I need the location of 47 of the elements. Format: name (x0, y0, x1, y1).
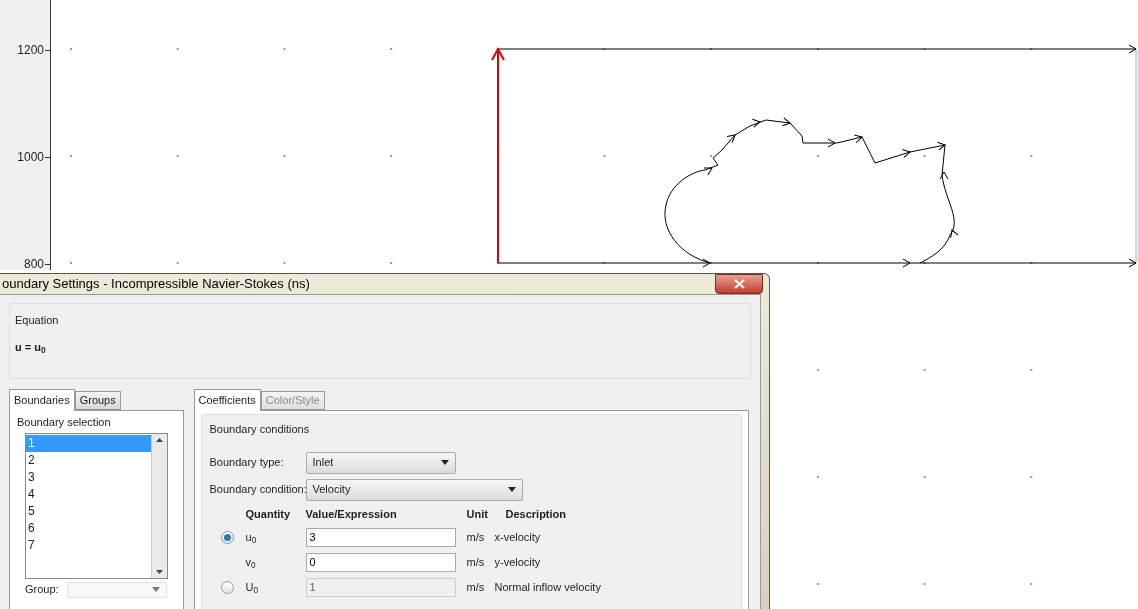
unit-label: m/s (465, 554, 486, 570)
quantity-symbol: u$_{0}$ (245, 529, 258, 546)
field-label: Group: (25, 583, 59, 596)
field-label: Boundary condition: (209, 482, 306, 498)
tab[interactable]: Coefficients (193, 389, 261, 411)
list-item[interactable]: 3 (26, 468, 151, 486)
column-header: Value/Expression (305, 506, 398, 522)
list-item[interactable]: 2 (26, 451, 151, 469)
radio-button[interactable] (221, 530, 234, 544)
caret-icon (151, 587, 160, 592)
axis-tick-label: 800 (22, 256, 44, 273)
boundary-list[interactable]: 1 2 3 4 5 6 7 (25, 432, 168, 579)
caret-icon (440, 460, 449, 465)
description-text: Normal inflow velocity (494, 579, 601, 595)
value-field[interactable]: 3 (305, 527, 456, 547)
scrollbar[interactable] (150, 433, 167, 578)
list-item[interactable]: 7 (26, 536, 151, 554)
description-text: x-velocity (494, 529, 541, 545)
close-icon (733, 279, 745, 289)
column-header: Unit (466, 506, 489, 522)
group-label: Boundary conditions (209, 422, 311, 437)
list-item[interactable]: 6 (26, 519, 151, 537)
description-text: y-velocity (494, 554, 541, 570)
value-field[interactable]: 0 (305, 552, 456, 572)
tab[interactable]: Groups (74, 391, 121, 410)
list-item[interactable]: 5 (26, 502, 151, 520)
axis-tick-label: 1200 (16, 42, 44, 59)
unit-label: m/s (465, 579, 486, 595)
list-item[interactable]: 4 (26, 485, 151, 503)
boundary-type-select[interactable]: Inlet (305, 451, 456, 474)
scroll-down-icon (155, 569, 163, 574)
close-button[interactable] (715, 274, 763, 294)
axis-tick-label: 1000 (16, 149, 44, 166)
quantity-symbol: v$_{0}$ (245, 554, 257, 571)
column-header: Quantity (244, 506, 292, 522)
group-label: Boundary selection (17, 415, 112, 430)
scroll-up-icon (155, 437, 163, 442)
boundary-condition-select[interactable]: Velocity (305, 478, 523, 501)
field-label: Boundary type: (209, 455, 285, 471)
caret-icon (507, 487, 516, 492)
equation-formula: u = u$_{0}$ (15, 339, 47, 355)
tab[interactable]: Boundaries (9, 389, 75, 411)
unit-label: m/s (465, 529, 486, 545)
quantity-symbol: U$_{0}$ (245, 579, 260, 596)
window-title: oundary Settings - Incompressible Navier-Stokes (ns) (1, 275, 310, 294)
group-label: Equation (15, 313, 60, 328)
column-header: Description (505, 506, 567, 522)
